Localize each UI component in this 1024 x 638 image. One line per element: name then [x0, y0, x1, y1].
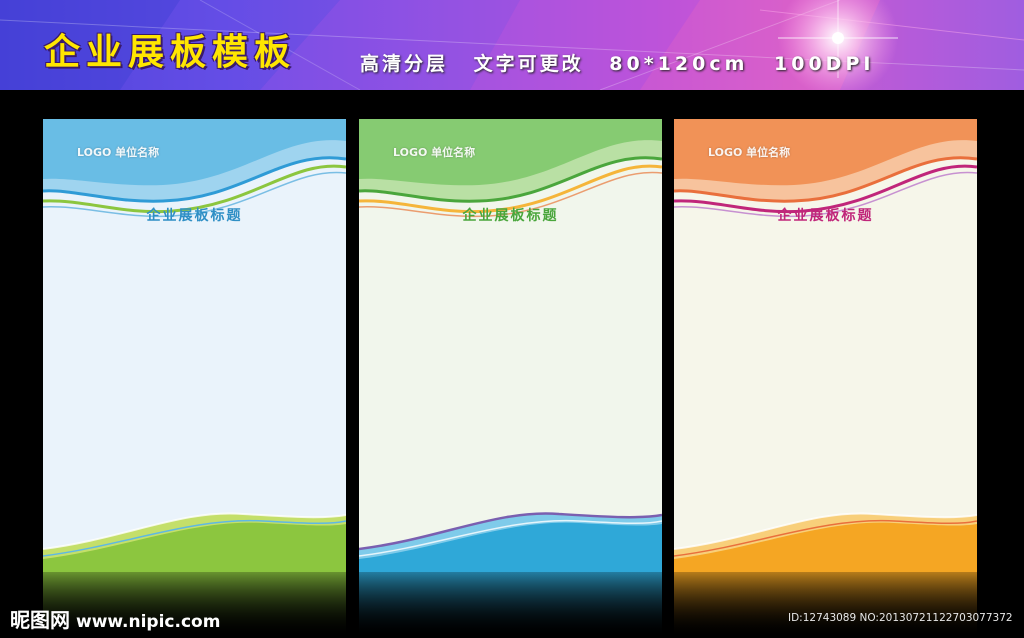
subtitle-dpi: 100DPI	[774, 53, 875, 75]
top-banner: 企业展板模板 高清分层 文字可更改 80*120cm 100DPI	[0, 0, 1024, 90]
board-orange: LOGO 单位名称 企业展板标题	[674, 119, 977, 572]
board-green-logo-text: LOGO 单位名称	[393, 146, 476, 159]
board-orange-reflection-graphic	[674, 572, 977, 638]
board-green: LOGO 单位名称 企业展板标题	[359, 119, 662, 572]
board-blue-logo-text: LOGO 单位名称	[77, 146, 160, 159]
subtitle-editable: 文字可更改	[473, 53, 584, 75]
board-green-title: 企业展板标题	[462, 208, 559, 224]
watermark-url: www.nipic.com	[76, 612, 221, 632]
subtitle-size: 80*120cm	[609, 53, 749, 75]
watermark-brand: 昵图网 www.nipic.com	[10, 604, 220, 633]
board-orange-title: 企业展板标题	[777, 208, 874, 224]
board-blue: LOGO 单位名称 企业展板标题	[43, 119, 346, 572]
board-green-reflection-graphic	[359, 572, 662, 638]
board-orange-reflection	[674, 572, 977, 638]
board-blue-title: 企业展板标题	[146, 208, 243, 224]
banner-title: 企业展板模板	[44, 32, 297, 73]
board-orange-artwork	[674, 119, 977, 572]
board-green-artwork	[359, 119, 662, 572]
watermark-id: ID:12743089 NO:20130721122703077372	[788, 612, 1013, 624]
board-blue-artwork	[43, 119, 346, 572]
subtitle-layers: 高清分层	[360, 53, 449, 75]
banner-subtitle: 高清分层 文字可更改 80*120cm 100DPI	[360, 52, 890, 76]
board-green-reflection	[359, 572, 662, 638]
watermark-brand-name: 昵图网	[10, 608, 70, 632]
board-orange-logo-text: LOGO 单位名称	[708, 146, 791, 159]
